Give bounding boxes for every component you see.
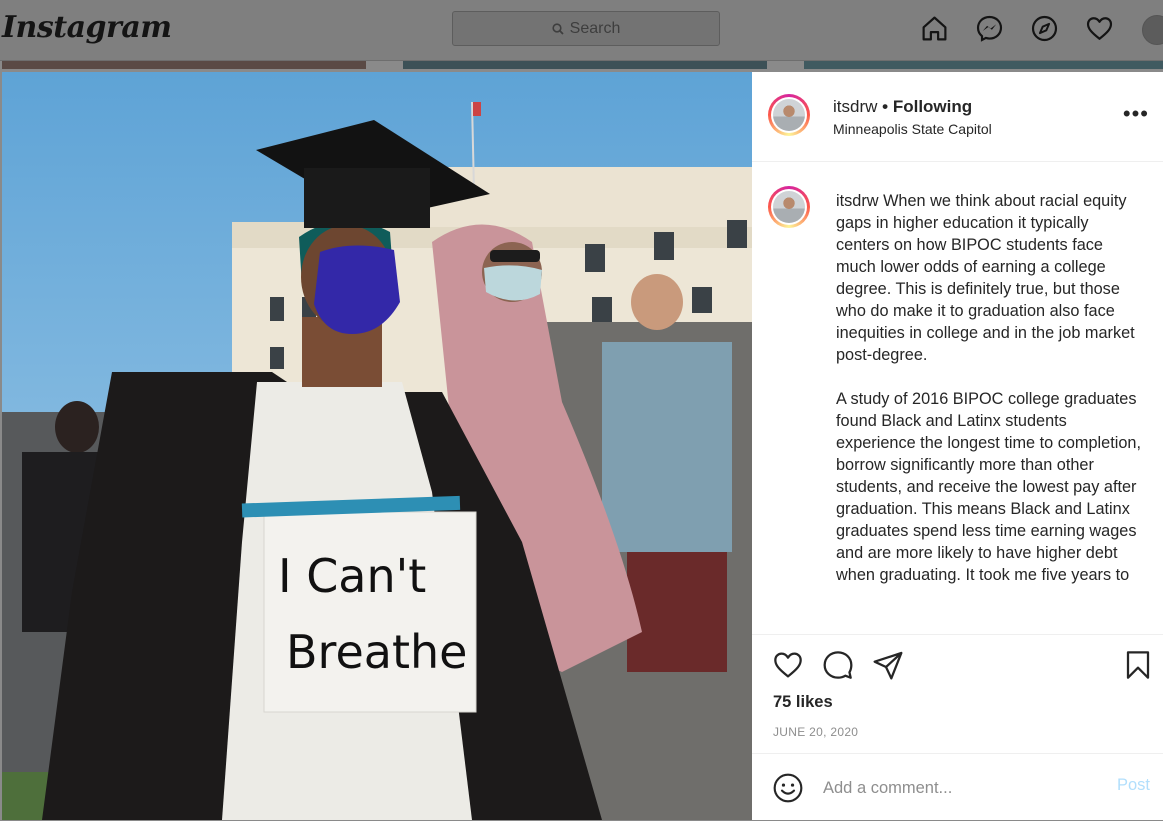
- post-date[interactable]: JUNE 20, 2020: [773, 725, 858, 739]
- home-icon[interactable]: [920, 14, 949, 43]
- more-options-icon[interactable]: •••: [1123, 103, 1149, 125]
- bookmark-icon[interactable]: [1122, 649, 1154, 681]
- heart-icon[interactable]: [1085, 14, 1114, 43]
- post-caption: itsdrw When we think about racial equity…: [836, 190, 1141, 608]
- author-username[interactable]: itsdrw: [833, 97, 877, 116]
- search-box[interactable]: Search: [452, 11, 720, 46]
- follow-status[interactable]: • Following: [882, 97, 972, 116]
- instagram-logo[interactable]: Instagram: [2, 10, 172, 45]
- post-location[interactable]: Minneapolis State Capitol: [833, 121, 992, 137]
- caption-area: itsdrw When we think about racial equity…: [752, 162, 1163, 633]
- post-photo[interactable]: I Can't Breathe: [2, 72, 752, 820]
- post-header: itsdrw • Following Minneapolis State Cap…: [752, 72, 1163, 162]
- explore-icon[interactable]: [1030, 14, 1059, 43]
- caption-username[interactable]: itsdrw: [836, 192, 879, 210]
- like-heart-icon[interactable]: [772, 649, 804, 681]
- caption-paragraph-1: When we think about racial equity gaps i…: [836, 192, 1135, 364]
- caption-avatar[interactable]: [768, 186, 810, 228]
- author-avatar[interactable]: [768, 94, 810, 136]
- thumbnail-strip: [403, 61, 767, 69]
- messenger-icon[interactable]: [975, 14, 1004, 43]
- emoji-icon[interactable]: [772, 772, 804, 804]
- top-nav: Instagram Search: [0, 0, 1163, 61]
- like-count[interactable]: 75 likes: [773, 693, 833, 712]
- share-icon[interactable]: [872, 649, 904, 681]
- comment-icon[interactable]: [822, 649, 854, 681]
- author-line: itsdrw • Following: [833, 97, 972, 117]
- search-placeholder: Search: [569, 19, 621, 37]
- post-comment-button[interactable]: Post: [1117, 776, 1150, 795]
- caption-paragraph-2: A study of 2016 BIPOC college graduates …: [836, 390, 1141, 584]
- profile-avatar[interactable]: [1142, 15, 1163, 45]
- sign-text-line1: I Can't: [278, 549, 426, 603]
- search-icon: [552, 22, 564, 35]
- sign-text-line2: Breathe: [286, 625, 467, 679]
- post-sidebar: itsdrw • Following Minneapolis State Cap…: [752, 72, 1163, 820]
- thumbnail-strip: [804, 61, 1163, 69]
- comment-input[interactable]: [823, 776, 1093, 800]
- comment-bar: Post: [752, 753, 1163, 821]
- post-actions: 75 likes JUNE 20, 2020: [752, 634, 1163, 753]
- thumbnail-strip: [2, 61, 366, 69]
